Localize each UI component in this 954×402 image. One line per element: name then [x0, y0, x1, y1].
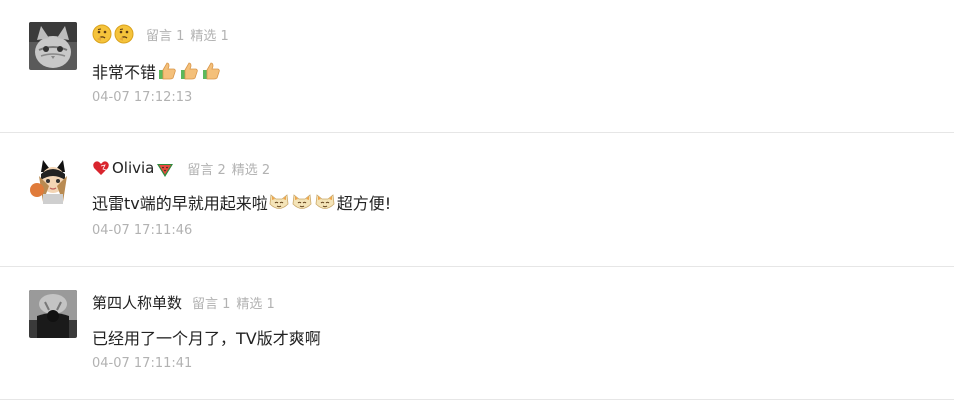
watermelon-icon — [155, 158, 175, 178]
thinking-face-icon — [114, 24, 134, 44]
comment-meta: 第四人称单数 留言 1 精选 1 — [92, 291, 275, 313]
cat-face-icon — [314, 192, 336, 212]
comment-text: 迅雷tv端的早就用起来啦 超方便! — [92, 191, 391, 213]
comment-text: 已经用了一个月了，TV版才爽啊 — [92, 326, 321, 348]
comment-time: 04-07 17:11:41 — [92, 356, 193, 371]
commenter-name-text: Olivia — [112, 159, 155, 177]
comment-stats: 留言 1 精选 1 — [192, 293, 275, 312]
comment-text-after: 超方便! — [336, 194, 392, 213]
avatar[interactable] — [29, 156, 77, 204]
thumbs-up-icon — [201, 61, 221, 81]
commenter-name-text: 第四人称单数 — [92, 293, 183, 312]
cat-face-icon — [291, 192, 313, 212]
comment-meta: Olivia 留言 2 精选 2 — [92, 157, 270, 179]
comment-text-content: 非常不错 — [92, 63, 157, 82]
avatar[interactable] — [29, 290, 77, 338]
comment-stats: 留言 1 精选 1 — [146, 25, 229, 44]
avatar[interactable] — [29, 22, 77, 70]
heart-icon — [92, 158, 110, 178]
cat-face-icon — [268, 192, 290, 212]
thumbs-up-icon — [179, 61, 199, 81]
replies-count: 留言 1 — [192, 296, 231, 312]
featured-count: 精选 1 — [190, 28, 229, 44]
divider — [0, 132, 954, 133]
commenter-name[interactable] — [92, 24, 136, 44]
comment-text: 非常不错 — [92, 60, 223, 82]
comment-time: 04-07 17:11:46 — [92, 223, 193, 238]
divider — [0, 266, 954, 267]
comment-stats: 留言 2 精选 2 — [187, 159, 270, 178]
featured-count: 精选 1 — [236, 296, 275, 312]
comment-text-content: 已经用了一个月了，TV版才爽啊 — [92, 329, 321, 348]
featured-count: 精选 2 — [231, 162, 271, 178]
comment-text-before: 迅雷tv端的早就用起来啦 — [92, 194, 268, 213]
replies-count: 留言 2 — [187, 162, 226, 178]
comment-time: 04-07 17:12:13 — [92, 90, 193, 105]
thumbs-up-icon — [157, 61, 177, 81]
comment-meta: 留言 1 精选 1 — [92, 23, 229, 45]
commenter-name[interactable]: 第四人称单数 — [92, 292, 182, 313]
thinking-face-icon — [92, 24, 112, 44]
commenter-name[interactable]: Olivia — [92, 158, 177, 178]
replies-count: 留言 1 — [146, 28, 185, 44]
divider — [0, 399, 954, 400]
